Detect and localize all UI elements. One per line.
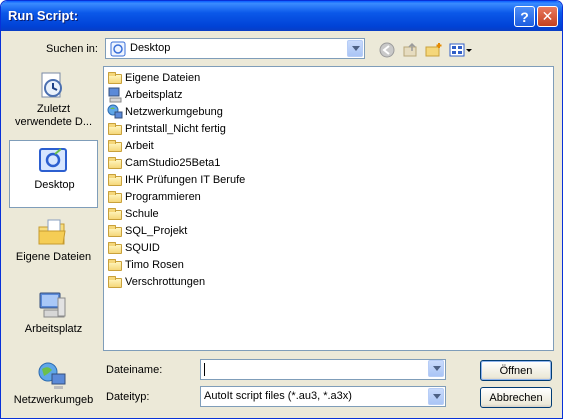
- folder-icon: [107, 138, 123, 154]
- cancel-button[interactable]: Abbrechen: [480, 387, 552, 408]
- file-name: IHK Prüfungen IT Berufe: [125, 173, 246, 186]
- file-name: Programmieren: [125, 190, 201, 203]
- close-icon: ✕: [541, 8, 554, 24]
- file-name: SQL_Projekt: [125, 224, 188, 237]
- lookin-value: Desktop: [130, 42, 171, 54]
- lookin-dropdown[interactable]: Desktop: [105, 38, 365, 59]
- file-name: Verschrottungen: [125, 275, 206, 288]
- list-item[interactable]: Netzwerkumgebung: [107, 103, 223, 120]
- place-label: Eigene Dateien: [15, 251, 92, 263]
- filetype-dropdown[interactable]: AutoIt script files (*.au3, *.a3x): [200, 386, 446, 407]
- list-item[interactable]: Timo Rosen: [107, 256, 184, 273]
- filename-label: Dateiname:: [106, 364, 163, 376]
- place-my-computer[interactable]: Arbeitsplatz: [9, 285, 98, 353]
- folder-icon: [107, 70, 123, 86]
- list-item[interactable]: Verschrottungen: [107, 273, 205, 290]
- file-name: Timo Rosen: [125, 258, 184, 271]
- list-item[interactable]: Programmieren: [107, 188, 201, 205]
- help-button[interactable]: ?: [514, 6, 535, 27]
- list-item[interactable]: SQUID: [107, 239, 160, 256]
- file-name: Arbeitsplatz: [125, 88, 183, 101]
- places-bar: Zuletzt verwendete D... Desktop Eigene D…: [9, 65, 98, 410]
- filetype-label: Dateityp:: [106, 391, 150, 403]
- text-caret: [204, 363, 205, 376]
- recent-documents-icon: [41, 72, 62, 98]
- list-item[interactable]: Eigene Dateien: [107, 69, 200, 86]
- folder-icon: [107, 274, 123, 290]
- lookin-label: Suchen in:: [46, 43, 98, 55]
- place-label: Zuletzt verwendete D...: [14, 103, 93, 128]
- up-folder-icon[interactable]: [402, 41, 420, 59]
- help-icon: ?: [520, 8, 529, 25]
- list-item[interactable]: Arbeit: [107, 137, 154, 154]
- file-name: Arbeit: [125, 139, 154, 152]
- folder-icon: [107, 223, 123, 239]
- filename-field[interactable]: [200, 359, 446, 380]
- folder-icon: [107, 206, 123, 222]
- my-computer-icon: [39, 292, 66, 318]
- network-icon: [107, 104, 123, 120]
- my-computer-icon: [107, 87, 123, 103]
- new-folder-icon[interactable]: [425, 41, 443, 59]
- file-name: CamStudio25Beta1: [125, 156, 221, 169]
- list-item[interactable]: SQL_Projekt: [107, 222, 187, 239]
- close-button[interactable]: ✕: [537, 6, 558, 27]
- filetype-value: AutoIt script files (*.au3, *.a3x): [204, 390, 352, 402]
- list-item[interactable]: Printstall_Nicht fertig: [107, 120, 226, 137]
- cancel-button-label: Abbrechen: [489, 391, 543, 404]
- file-name: SQUID: [125, 241, 160, 254]
- run-script-dialog: Run Script: ? ✕ Suchen in: Desktop Zulet…: [0, 0, 563, 419]
- place-network[interactable]: Netzwerkumgeb: [9, 356, 98, 418]
- file-name: Eigene Dateien: [125, 71, 201, 84]
- folder-icon: [107, 189, 123, 205]
- place-desktop[interactable]: Desktop: [9, 140, 98, 208]
- list-item[interactable]: Schule: [107, 205, 159, 222]
- list-item[interactable]: IHK Prüfungen IT Berufe: [107, 171, 245, 188]
- place-my-documents[interactable]: Eigene Dateien: [9, 213, 98, 281]
- list-item[interactable]: Arbeitsplatz: [107, 86, 182, 103]
- folder-icon: [107, 121, 123, 137]
- desktop-icon: [110, 41, 126, 57]
- network-icon: [38, 362, 66, 389]
- place-label: Arbeitsplatz: [24, 323, 83, 335]
- folder-icon: [107, 172, 123, 188]
- file-name: Printstall_Nicht fertig: [125, 122, 226, 135]
- folder-icon: [107, 257, 123, 273]
- chevron-down-icon[interactable]: [428, 388, 444, 405]
- chevron-down-icon[interactable]: [428, 360, 444, 377]
- folder-icon: [107, 240, 123, 256]
- file-name: Schule: [125, 207, 159, 220]
- back-icon[interactable]: [378, 41, 396, 59]
- filename-history-dropdown[interactable]: [427, 359, 445, 380]
- file-list[interactable]: Eigene Dateien Arbeitsplatz Netzwerkumge…: [103, 66, 554, 351]
- my-documents-icon: [38, 219, 66, 245]
- folder-icon: [107, 155, 123, 171]
- desktop-icon: [39, 148, 67, 172]
- place-label: Desktop: [34, 179, 75, 191]
- place-recent[interactable]: Zuletzt verwendete D...: [9, 65, 98, 133]
- file-name: Netzwerkumgebung: [125, 105, 223, 118]
- view-menu-icon[interactable]: [449, 41, 473, 59]
- chevron-down-icon[interactable]: [347, 40, 363, 57]
- open-button[interactable]: Öffnen: [480, 360, 552, 381]
- title-bar[interactable]: Run Script: ? ✕: [1, 1, 562, 31]
- place-label: Netzwerkumgeb: [13, 394, 94, 406]
- list-item[interactable]: CamStudio25Beta1: [107, 154, 220, 171]
- window-title: Run Script:: [8, 8, 79, 23]
- open-button-label: Öffnen: [499, 364, 533, 377]
